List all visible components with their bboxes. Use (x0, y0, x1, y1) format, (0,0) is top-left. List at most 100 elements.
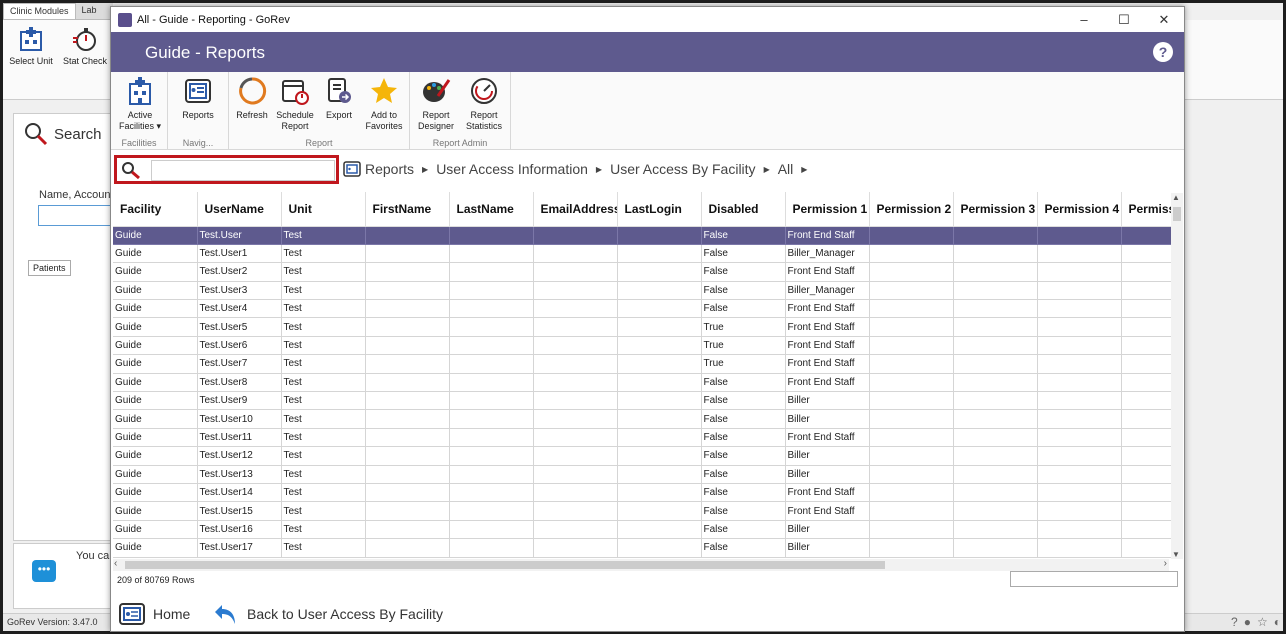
column-header[interactable]: Permission 3 (953, 192, 1038, 227)
table-cell (533, 281, 618, 301)
scroll-down-icon[interactable]: ▼ (1172, 550, 1180, 559)
table-row[interactable]: Guide Test.User1 Test False Biller_Manager (113, 244, 1183, 264)
table-row[interactable]: Guide Test.User7 Test True Front End Staff (113, 354, 1183, 374)
table-cell (1037, 244, 1122, 264)
ribbon-group-report: Refresh Schedule Report Export Add to Fa… (229, 72, 410, 150)
tab-lab[interactable]: Lab (76, 3, 103, 19)
add-to-favorites-button[interactable]: Add to Favorites (361, 76, 407, 132)
star-icon[interactable]: ☆ (1257, 615, 1268, 629)
vertical-scrollbar[interactable]: ▲ ▼ (1171, 193, 1183, 559)
select-unit-button[interactable]: Select Unit (3, 26, 59, 66)
vertical-scroll-thumb[interactable] (1173, 207, 1181, 221)
table-row[interactable]: Guide Test.User4 Test False Front End Staff (113, 299, 1183, 319)
bg-module-tabs: Clinic Modules Lab (3, 3, 113, 20)
bug-icon[interactable]: ● (1244, 615, 1251, 629)
table-cell: False (701, 428, 786, 448)
back-button[interactable]: Back to User Access By Facility (213, 602, 443, 626)
table-cell: Guide (113, 354, 198, 374)
palette-icon (423, 79, 451, 102)
table-row[interactable]: Guide Test.User12 Test False Biller (113, 446, 1183, 466)
calendar-icon (282, 80, 309, 105)
table-row[interactable]: Guide Test.User16 Test False Biller (113, 520, 1183, 540)
help-button[interactable]: ? (1153, 42, 1173, 62)
column-header[interactable]: UserName (197, 192, 282, 227)
table-cell (449, 428, 534, 448)
scroll-left-icon[interactable]: ‹ (114, 558, 117, 569)
refresh-button[interactable]: Refresh (233, 76, 271, 121)
table-cell: Test (281, 226, 366, 245)
table-cell: False (701, 465, 786, 484)
chat-icon[interactable]: ••• (32, 560, 56, 582)
table-row[interactable]: Guide Test.User3 Test False Biller_Manager (113, 281, 1183, 301)
reports-icon (185, 79, 211, 103)
table-cell (1037, 538, 1122, 558)
reports-icon (343, 161, 361, 177)
column-header[interactable]: Permission 2 (869, 192, 954, 227)
table-row[interactable]: Guide Test.User14 Test False Front End Staff (113, 483, 1183, 503)
table-row[interactable]: Guide Test.User5 Test True Front End Staff (113, 317, 1183, 337)
table-row[interactable]: Guide Test.User17 Test False Biller (113, 538, 1183, 558)
table-row[interactable]: Guide Test.User9 Test False Biller (113, 391, 1183, 411)
column-header[interactable]: Permission 4 (1037, 192, 1122, 227)
tab-patients[interactable]: Patients (28, 260, 71, 276)
table-row[interactable]: Guide Test.User6 Test True Front End Staff (113, 336, 1183, 356)
table-cell (365, 483, 450, 503)
column-header[interactable]: Disabled (701, 192, 786, 227)
close-button[interactable]: ✕ (1144, 7, 1184, 32)
filter-input[interactable] (1010, 571, 1178, 587)
table-cell (449, 391, 534, 411)
table-row[interactable]: Guide Test.User10 Test False Biller (113, 409, 1183, 429)
help-icon[interactable]: ? (1231, 615, 1238, 629)
table-cell: Test (281, 483, 366, 503)
column-header[interactable]: FirstName (365, 192, 450, 227)
scroll-up-icon[interactable]: ▲ (1172, 193, 1180, 202)
table-cell (449, 446, 534, 466)
column-header[interactable]: Unit (281, 192, 366, 227)
breadcrumb-reports[interactable]: Reports (365, 161, 414, 177)
column-header[interactable]: LastName (449, 192, 534, 227)
table-cell (869, 428, 954, 448)
table-cell (449, 336, 534, 356)
schedule-report-button[interactable]: Schedule Report (273, 76, 317, 132)
tab-clinic-modules[interactable]: Clinic Modules (3, 3, 76, 19)
stat-check-button[interactable]: Stat Check (57, 26, 113, 66)
table-row[interactable]: Guide Test.User15 Test False Front End Staff (113, 501, 1183, 521)
table-row[interactable]: Guide Test.User8 Test False Front End Staff (113, 373, 1183, 393)
export-button[interactable]: Export (319, 76, 359, 121)
report-designer-button[interactable]: Report Designer (414, 76, 458, 132)
table-row[interactable]: Guide Test.User2 Test False Front End Staff (113, 262, 1183, 282)
active-facilities-label: Active Facilities ▾ (118, 110, 162, 131)
column-header[interactable]: Permission 1 (785, 192, 870, 227)
horizontal-scrollbar[interactable]: ‹ › (113, 558, 1169, 571)
table-cell (869, 244, 954, 264)
breadcrumb-user-access-by-facility[interactable]: User Access By Facility (610, 161, 755, 177)
breadcrumb-all[interactable]: All (778, 161, 794, 177)
table-cell (365, 501, 450, 521)
table-cell: Guide (113, 244, 198, 264)
home-button[interactable]: Home (119, 602, 190, 626)
table-row[interactable]: Guide Test.User11 Test False Front End Staff (113, 428, 1183, 448)
report-statistics-button[interactable]: Report Statistics (460, 76, 508, 132)
table-cell (533, 226, 618, 245)
active-facilities-button[interactable]: Active Facilities ▾ (115, 76, 165, 132)
search-input[interactable] (151, 160, 335, 181)
table-row[interactable]: Guide Test.User Test False Front End Staff (113, 226, 1183, 245)
table-cell: Test.User15 (197, 501, 282, 521)
table-cell (617, 428, 702, 448)
horizontal-scroll-thumb[interactable] (125, 561, 885, 569)
table-row[interactable]: Guide Test.User13 Test False Biller (113, 465, 1183, 484)
scroll-right-icon[interactable]: › (1164, 558, 1167, 569)
column-header[interactable]: LastLogin (617, 192, 702, 227)
breadcrumb-user-access-information[interactable]: User Access Information (436, 161, 588, 177)
table-cell: Guide (113, 226, 198, 245)
globe-icon[interactable]: ◐ (1274, 615, 1281, 629)
column-header[interactable]: Facility (113, 192, 198, 227)
minimize-button[interactable]: – (1064, 7, 1104, 32)
column-header[interactable]: EmailAddress (533, 192, 618, 227)
reports-button[interactable]: Reports (173, 76, 223, 121)
ribbon: Active Facilities ▾ Facilities Reports N… (111, 72, 1184, 150)
table-cell (617, 446, 702, 466)
maximize-button[interactable]: ☐ (1104, 7, 1144, 32)
table-cell: Test.User1 (197, 244, 282, 264)
table-cell: Test.User12 (197, 446, 282, 466)
